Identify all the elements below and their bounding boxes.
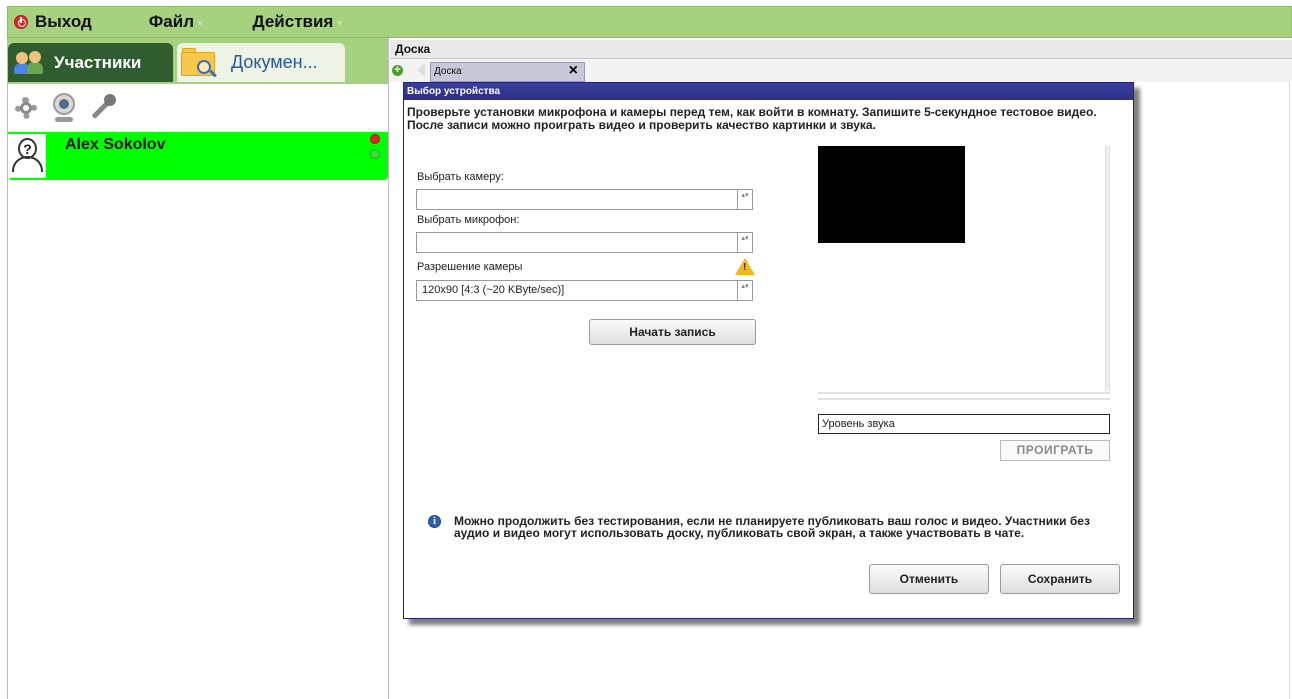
folder-search-icon [181, 47, 219, 78]
info-message: Можно продолжить без тестирования, если … [454, 514, 1090, 540]
gear-icon[interactable] [10, 92, 42, 124]
dialog-title: Выбор устройства [404, 83, 1133, 100]
divider [818, 398, 1110, 400]
start-recording-button[interactable]: Начать запись [589, 319, 756, 345]
online-status-icon [370, 149, 380, 159]
file-menu[interactable]: Файл ▾ [149, 7, 203, 37]
resolution-value: 120x90 [4:3 (~20 KByte/sec)] [422, 284, 565, 296]
tab-documents[interactable]: Докумен... [177, 43, 345, 82]
left-tabs: Участники Докумен... [8, 38, 388, 84]
device-toolbar [10, 90, 124, 126]
file-label: Файл [148, 12, 194, 31]
chevron-down-icon: ▾ [198, 17, 203, 28]
stepper-icon: ▴▾ [737, 281, 752, 300]
tab-board[interactable]: Доска × [430, 62, 585, 82]
chevron-left-icon[interactable] [417, 63, 425, 77]
divider [818, 392, 1110, 394]
save-button[interactable]: Сохранить [1000, 564, 1120, 594]
people-icon [14, 50, 44, 76]
menubar: Выход Файл ▾ Действия ▾ [7, 6, 1292, 38]
tab-participants-label: Участники [54, 52, 142, 72]
video-preview [818, 146, 965, 243]
tab-documents-label: Докумен... [231, 52, 318, 72]
resolution-label: Разрешение камеры [417, 261, 523, 273]
power-icon [14, 15, 28, 29]
close-icon[interactable]: × [569, 62, 578, 80]
exit-menu[interactable]: Выход [14, 7, 92, 37]
unknown-user-icon: ? [18, 138, 37, 159]
whiteboard-tabs: + Доска × [390, 59, 1292, 82]
microphone-icon[interactable] [86, 92, 118, 124]
warning-icon [735, 258, 755, 275]
info-icon: i [428, 515, 441, 528]
actions-menu[interactable]: Действия ▾ [253, 7, 342, 37]
avatar: ? [8, 134, 46, 178]
resolution-select[interactable]: 120x90 [4:3 (~20 KByte/sec)] ▴▾ [416, 280, 753, 301]
device-selection-dialog: Выбор устройства Проверьте установки мик… [403, 82, 1134, 619]
dialog-description: Проверьте установки микрофона и камеры п… [407, 105, 1097, 132]
tab-board-label: Доска [434, 66, 462, 77]
chevron-down-icon: ▾ [337, 17, 342, 28]
mic-label: Выбрать микрофон: [417, 214, 520, 226]
participant-name: Alex Sokolov [65, 136, 166, 153]
tab-participants[interactable]: Участники [8, 43, 173, 82]
preview-scrollbar[interactable] [1105, 146, 1110, 391]
cancel-button[interactable]: Отменить [869, 564, 989, 594]
record-status-icon [370, 134, 380, 144]
webcam-icon[interactable] [48, 92, 80, 124]
sound-level-field: Уровень звука [818, 414, 1110, 434]
add-icon[interactable]: + [392, 65, 403, 76]
left-panel: Участники Докумен... ? Alex Sokolov [7, 38, 389, 699]
participant-row[interactable]: ? Alex Sokolov [8, 132, 388, 180]
stepper-icon: ▴▾ [737, 190, 752, 209]
exit-label: Выход [35, 12, 92, 31]
whiteboard-header: Доска [390, 40, 1292, 59]
camera-label: Выбрать камеру: [417, 171, 504, 183]
play-button[interactable]: ПРОИГРАТЬ [1000, 440, 1110, 461]
camera-select[interactable]: ▴▾ [416, 189, 753, 210]
app-window: Выход Файл ▾ Действия ▾ Участники Докуме… [0, 0, 1292, 699]
mic-select[interactable]: ▴▾ [416, 232, 753, 253]
actions-label: Действия [252, 12, 334, 31]
stepper-icon: ▴▾ [737, 233, 752, 252]
